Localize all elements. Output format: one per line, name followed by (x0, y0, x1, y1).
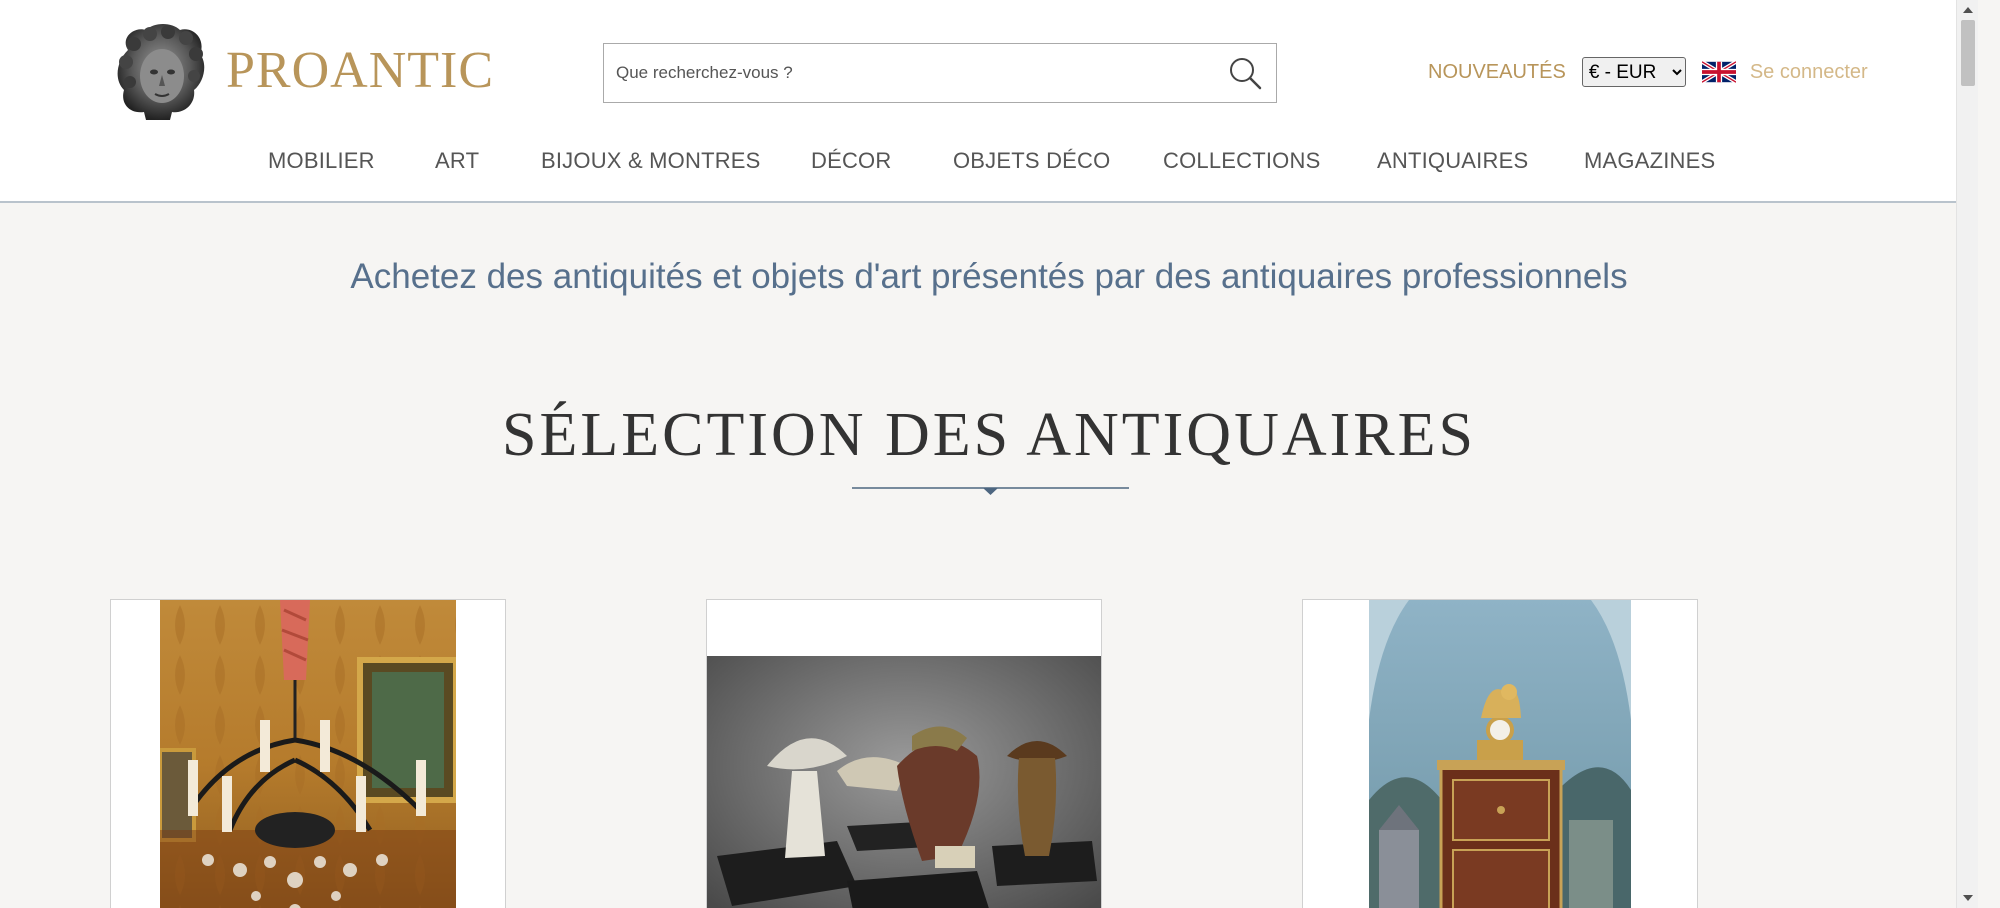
search-input[interactable] (604, 44, 1214, 101)
product-card-mushrooms[interactable] (706, 599, 1102, 908)
header-actions: NOUVEAUTÉS € - EUR Se connecter (1428, 56, 1868, 88)
page-scrollbar[interactable] (1956, 0, 1978, 908)
search-icon[interactable] (1228, 56, 1262, 90)
logo-bust-icon (117, 24, 205, 120)
nav-item-collections[interactable]: COLLECTIONS (1163, 148, 1320, 174)
chandelier-photo (160, 600, 456, 908)
scrollbar-thumb[interactable] (1961, 20, 1975, 86)
nav-item-art[interactable]: ART (435, 148, 479, 174)
nav-item-objets-deco[interactable]: OBJETS DÉCO (953, 148, 1110, 174)
product-card-chandelier[interactable] (110, 599, 506, 908)
scroll-up-arrow-icon[interactable] (1957, 0, 1978, 20)
title-divider (852, 487, 1129, 495)
nav-item-decor[interactable]: DÉCOR (811, 148, 891, 174)
nouveautes-link[interactable]: NOUVEAUTÉS (1428, 61, 1566, 84)
brand-name: PROANTIC (226, 42, 495, 99)
logo[interactable]: PROANTIC (110, 20, 494, 122)
page: PROANTIC NOUVEAUTÉS € - EUR Se connecter (0, 0, 1978, 908)
search-bar (603, 43, 1277, 103)
site-header: PROANTIC NOUVEAUTÉS € - EUR Se connecter (0, 0, 1978, 203)
section-title: SÉLECTION DES ANTIQUAIRES (502, 401, 1476, 469)
scroll-down-arrow-icon[interactable] (1957, 888, 1978, 908)
nav-item-bijoux-montres[interactable]: BIJOUX & MONTRES (541, 148, 761, 174)
secretary-desk-clock-photo (1369, 600, 1631, 908)
nav-item-mobilier[interactable]: MOBILIER (268, 148, 375, 174)
tagline: Achetez des antiquités et objets d'art p… (350, 257, 1628, 296)
currency-select[interactable]: € - EUR (1581, 57, 1686, 87)
mushroom-sculptures-photo (707, 656, 1101, 908)
nav-item-magazines[interactable]: MAGAZINES (1584, 148, 1715, 174)
nav-item-antiquaires[interactable]: ANTIQUAIRES (1377, 148, 1528, 174)
login-link[interactable]: Se connecter (1750, 61, 1868, 84)
product-card-secretary[interactable] (1302, 599, 1698, 908)
uk-flag-icon[interactable] (1701, 59, 1736, 85)
main-nav: MOBILIER ART BIJOUX & MONTRES DÉCOR OBJE… (0, 148, 1978, 180)
